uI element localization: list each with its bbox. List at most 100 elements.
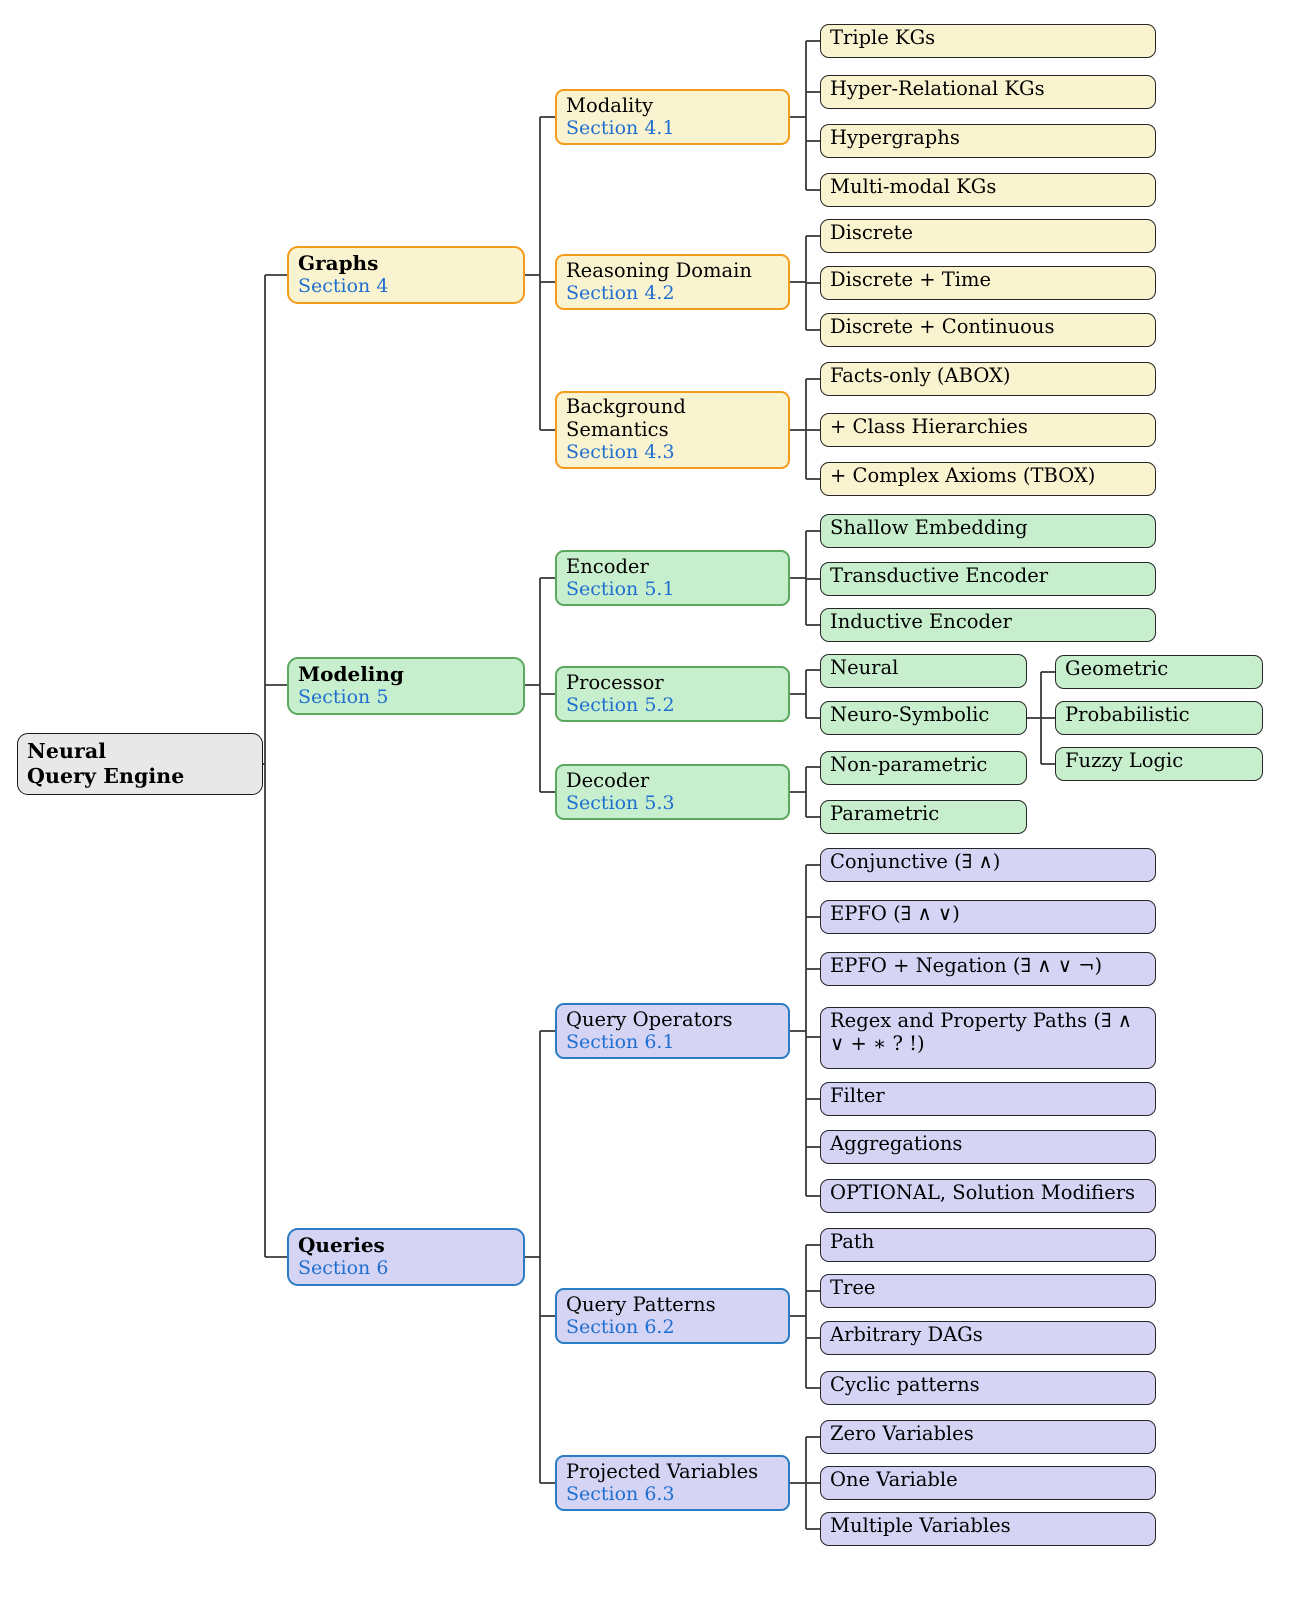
category-label-reasoning-domain: Reasoning Domain (566, 258, 752, 282)
leaf-node[interactable]: Multiple Variables (820, 1512, 1156, 1546)
leaf-node[interactable]: Discrete + Continuous (820, 313, 1156, 347)
category-section-reasoning-domain: Section 4.2 (566, 281, 675, 304)
category-label-query-patterns: Query Patterns (566, 1292, 716, 1316)
leaf-label: Discrete + Continuous (830, 315, 1055, 338)
leaf-label: Multi-modal KGs (830, 175, 997, 198)
branch-section-queries: Section 6 (298, 1257, 389, 1280)
category-section-query-patterns: Section 6.2 (566, 1315, 675, 1338)
category-node-query-operators[interactable]: Query Operators Section 6.1 (555, 1003, 790, 1059)
leaf-node[interactable]: Aggregations (820, 1130, 1156, 1164)
subleaf-node[interactable]: Geometric (1055, 655, 1263, 689)
category-section-query-operators: Section 6.1 (566, 1030, 675, 1053)
category-section-encoder: Section 5.1 (566, 577, 675, 600)
category-node-encoder[interactable]: Encoder Section 5.1 (555, 550, 790, 606)
leaf-label: Discrete (830, 221, 914, 244)
leaf-node[interactable]: Neural (820, 654, 1027, 688)
leaf-node[interactable]: Shallow Embedding (820, 514, 1156, 548)
leaf-label: Filter (830, 1084, 885, 1107)
leaf-label: Aggregations (830, 1132, 963, 1155)
subleaf-node[interactable]: Probabilistic (1055, 701, 1263, 735)
leaf-label: Neural (830, 656, 899, 679)
leaf-label: Inductive Encoder (830, 610, 1012, 633)
branch-section-graphs: Section 4 (298, 275, 389, 298)
leaf-label: Transductive Encoder (830, 564, 1049, 587)
leaf-label: Multiple Variables (830, 1514, 1011, 1537)
leaf-node[interactable]: + Class Hierarchies (820, 413, 1156, 447)
branch-node-queries[interactable]: Queries Section 6 (287, 1228, 525, 1286)
subleaf-label: Fuzzy Logic (1065, 749, 1184, 772)
leaf-node[interactable]: Regex and Property Paths (∃ ∧ ∨ + ∗ ? !) (820, 1007, 1156, 1069)
category-label-projected-variables: Projected Variables (566, 1459, 759, 1483)
category-node-processor[interactable]: Processor Section 5.2 (555, 666, 790, 722)
leaf-label: EPFO (∃ ∧ ∨) (830, 902, 960, 925)
category-label-modality: Modality (566, 93, 654, 117)
leaf-node[interactable]: OPTIONAL, Solution Modifiers (820, 1179, 1156, 1213)
branch-node-modeling[interactable]: Modeling Section 5 (287, 657, 525, 715)
branch-label-queries: Queries (298, 1232, 385, 1257)
category-section-processor: Section 5.2 (566, 693, 675, 716)
leaf-node[interactable]: Hyper-Relational KGs (820, 75, 1156, 109)
category-label-background-semantics-line1: Background (566, 395, 686, 419)
leaf-node[interactable]: Triple KGs (820, 24, 1156, 58)
category-node-query-patterns[interactable]: Query Patterns Section 6.2 (555, 1288, 790, 1344)
leaf-label: One Variable (830, 1468, 958, 1491)
leaf-node[interactable]: EPFO + Negation (∃ ∧ ∨ ¬) (820, 952, 1156, 986)
leaf-node[interactable]: Tree (820, 1274, 1156, 1308)
root-title-line2: Query Engine (27, 763, 185, 788)
branch-node-graphs[interactable]: Graphs Section 4 (287, 246, 525, 304)
leaf-label: Zero Variables (830, 1422, 974, 1445)
category-label-processor: Processor (566, 670, 664, 694)
leaf-node[interactable]: + Complex Axioms (TBOX) (820, 462, 1156, 496)
leaf-node[interactable]: Hypergraphs (820, 124, 1156, 158)
root-node-neural-query-engine[interactable]: Neural Query Engine (17, 733, 263, 795)
leaf-node[interactable]: Discrete (820, 219, 1156, 253)
leaf-label: Parametric (830, 802, 940, 825)
leaf-label: Facts-only (ABOX) (830, 364, 1011, 387)
leaf-node[interactable]: Inductive Encoder (820, 608, 1156, 642)
leaf-label: Triple KGs (830, 26, 936, 49)
category-node-modality[interactable]: Modality Section 4.1 (555, 89, 790, 145)
leaf-node[interactable]: Conjunctive (∃ ∧) (820, 848, 1156, 882)
leaf-label: Regex and Property Paths (∃ ∧ ∨ + ∗ ? !) (830, 1009, 1133, 1055)
leaf-node[interactable]: Non-parametric (820, 751, 1027, 785)
category-section-decoder: Section 5.3 (566, 791, 675, 814)
branch-label-graphs: Graphs (298, 250, 379, 275)
leaf-node[interactable]: Neuro-Symbolic (820, 701, 1027, 735)
category-node-reasoning-domain[interactable]: Reasoning Domain Section 4.2 (555, 254, 790, 310)
leaf-label: + Complex Axioms (TBOX) (830, 464, 1096, 487)
subleaf-node[interactable]: Fuzzy Logic (1055, 747, 1263, 781)
subleaf-label: Probabilistic (1065, 703, 1190, 726)
leaf-node[interactable]: Arbitrary DAGs (820, 1321, 1156, 1355)
root-title-line1: Neural (27, 739, 107, 764)
branch-label-modeling: Modeling (298, 661, 404, 686)
leaf-label: Path (830, 1230, 875, 1253)
leaf-node[interactable]: Filter (820, 1082, 1156, 1116)
leaf-node[interactable]: Parametric (820, 800, 1027, 834)
category-node-projected-variables[interactable]: Projected Variables Section 6.3 (555, 1455, 790, 1511)
leaf-node[interactable]: Zero Variables (820, 1420, 1156, 1454)
leaf-label: Conjunctive (∃ ∧) (830, 850, 1001, 873)
leaf-node[interactable]: Transductive Encoder (820, 562, 1156, 596)
leaf-node[interactable]: Cyclic patterns (820, 1371, 1156, 1405)
category-label-decoder: Decoder (566, 768, 650, 792)
leaf-node[interactable]: EPFO (∃ ∧ ∨) (820, 900, 1156, 934)
leaf-label: Arbitrary DAGs (830, 1323, 983, 1346)
leaf-label: Neuro-Symbolic (830, 703, 990, 726)
leaf-node[interactable]: Discrete + Time (820, 266, 1156, 300)
leaf-label: Shallow Embedding (830, 516, 1028, 539)
leaf-node[interactable]: Facts-only (ABOX) (820, 362, 1156, 396)
taxonomy-diagram: Neural Query Engine Graphs Section 4 Mod… (0, 0, 1300, 1600)
category-label-encoder: Encoder (566, 554, 649, 578)
category-section-background-semantics: Section 4.3 (566, 441, 675, 464)
leaf-label: Tree (830, 1276, 876, 1299)
leaf-label: EPFO + Negation (∃ ∧ ∨ ¬) (830, 954, 1103, 977)
leaf-label: Cyclic patterns (830, 1373, 980, 1396)
category-node-background-semantics[interactable]: Background Semantics Section 4.3 (555, 391, 790, 469)
leaf-node[interactable]: Path (820, 1228, 1156, 1262)
leaf-node[interactable]: One Variable (820, 1466, 1156, 1500)
leaf-node[interactable]: Multi-modal KGs (820, 173, 1156, 207)
category-section-modality: Section 4.1 (566, 116, 675, 139)
category-label-background-semantics-line2: Semantics (566, 418, 669, 442)
category-node-decoder[interactable]: Decoder Section 5.3 (555, 764, 790, 820)
category-label-query-operators: Query Operators (566, 1007, 733, 1031)
